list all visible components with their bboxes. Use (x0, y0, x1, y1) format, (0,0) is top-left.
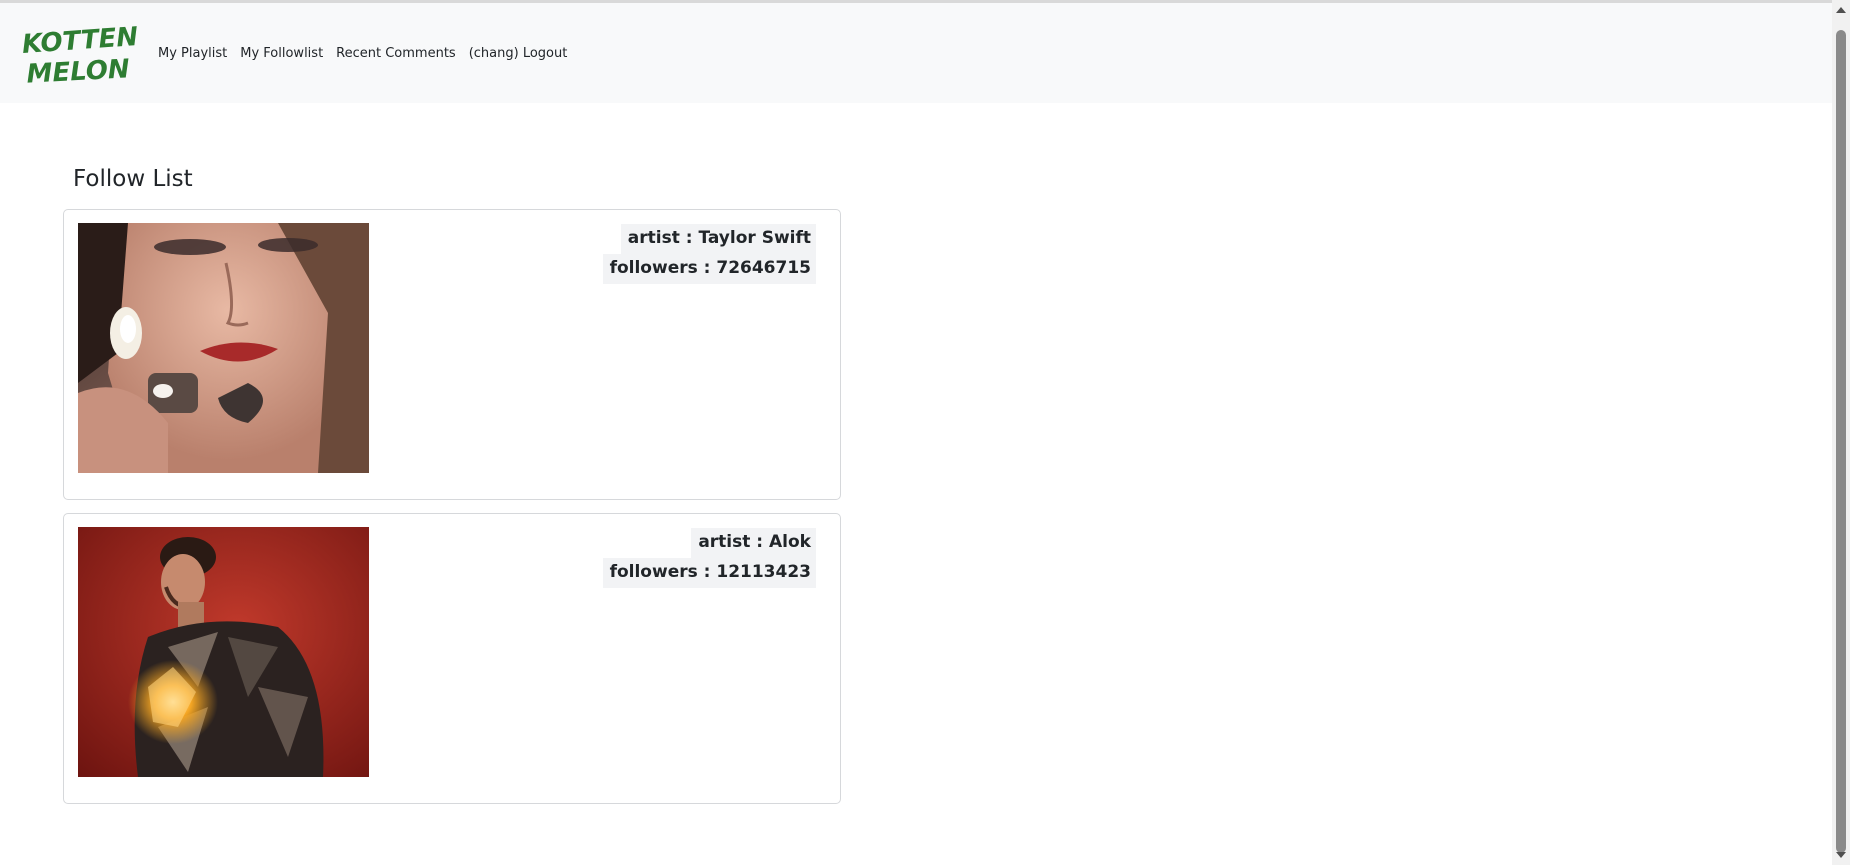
nav-recent-comments[interactable]: Recent Comments (336, 46, 456, 61)
artist-image[interactable] (78, 223, 369, 473)
nav-logout[interactable]: (chang) Logout (469, 46, 568, 61)
scroll-up-arrow-icon[interactable] (1836, 7, 1846, 13)
artist-card: artist : Alok followers : 12113423 (63, 513, 841, 804)
scrollbar-thumb[interactable] (1836, 30, 1846, 853)
artist-photo-alok (78, 527, 369, 777)
artist-followers: followers : 72646715 (602, 254, 816, 284)
scroll-down-arrow-icon[interactable] (1836, 852, 1846, 858)
page-title: Follow List (73, 166, 193, 192)
artist-name: artist : Taylor Swift (620, 224, 816, 254)
brand-logo[interactable]: KOTTEN MELON (20, 20, 140, 86)
nav-links: My Playlist My Followlist Recent Comment… (158, 46, 567, 61)
vertical-scrollbar[interactable] (1832, 0, 1850, 865)
brand-logo-line2: MELON (26, 54, 131, 86)
navbar: KOTTEN MELON My Playlist My Followlist R… (0, 3, 1832, 103)
artist-name: artist : Alok (691, 528, 816, 558)
artist-info: artist : Alok followers : 12113423 (602, 528, 816, 588)
artist-followers: followers : 12113423 (602, 558, 816, 588)
nav-my-playlist[interactable]: My Playlist (158, 46, 227, 61)
brand-logo-mark: KOTTEN MELON (21, 22, 139, 86)
artist-image[interactable] (78, 527, 369, 777)
artist-card: artist : Taylor Swift followers : 726467… (63, 209, 841, 500)
nav-my-followlist[interactable]: My Followlist (240, 46, 323, 61)
artist-photo-taylor (78, 223, 369, 473)
artist-info: artist : Taylor Swift followers : 726467… (602, 224, 816, 284)
